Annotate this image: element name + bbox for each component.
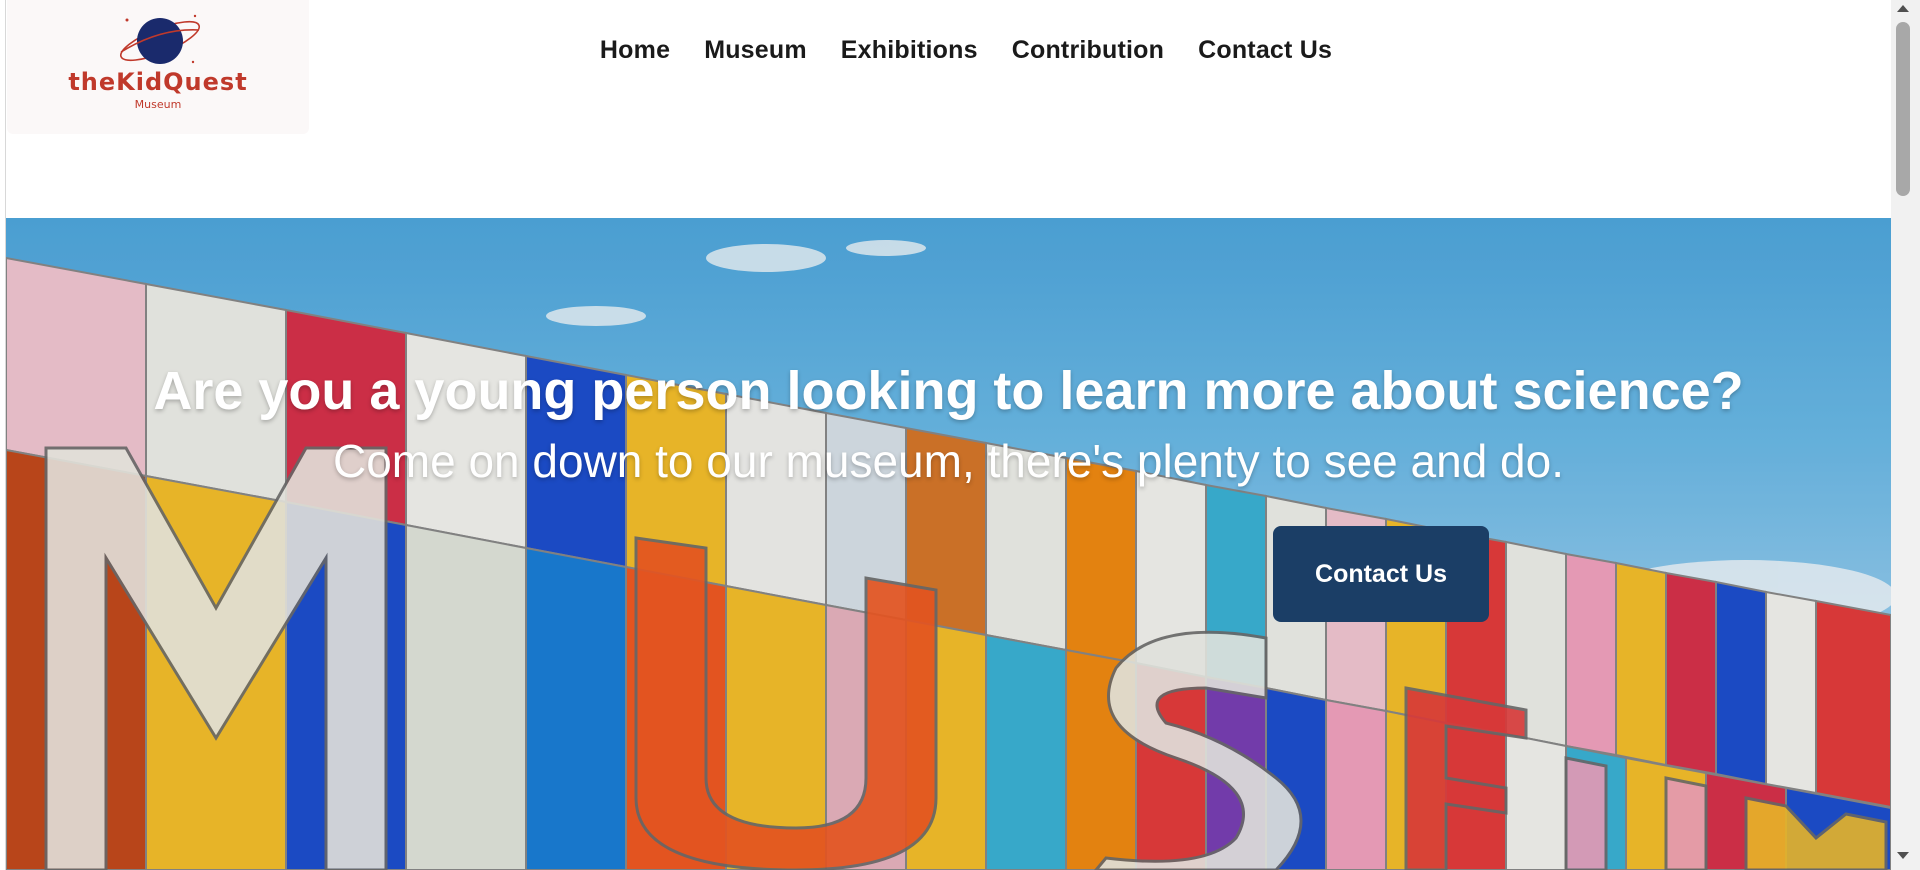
nav-contribution-link[interactable]: Contribution (1012, 36, 1164, 65)
contact-us-button[interactable]: Contact Us (1273, 526, 1489, 622)
nav-exhibitions-link[interactable]: Exhibitions (841, 36, 978, 65)
scroll-up-arrow-icon[interactable] (1897, 5, 1909, 12)
hero-content: Are you a young person looking to learn … (6, 218, 1891, 870)
scrollbar-thumb[interactable] (1896, 22, 1910, 196)
hero-banner: Are you a young person looking to learn … (6, 218, 1891, 870)
hero-subtitle: Come on down to our museum, there's plen… (332, 435, 1565, 487)
nav-museum-link[interactable]: Museum (704, 36, 807, 65)
logo-wordmark: theKidQuest (68, 68, 248, 96)
logo-subtitle: Museum (134, 98, 182, 111)
nav-home-link[interactable]: Home (600, 36, 670, 65)
main-nav: Home Museum Exhibitions Contribution Con… (0, 36, 1920, 65)
scroll-down-arrow-icon[interactable] (1897, 852, 1909, 859)
logo[interactable]: theKidQuest Museum (7, 0, 309, 134)
page: theKidQuest Museum Home Museum Exhibitio… (0, 0, 1920, 870)
nav-contact-link[interactable]: Contact Us (1198, 36, 1332, 65)
hero-title: Are you a young person looking to learn … (153, 361, 1744, 421)
